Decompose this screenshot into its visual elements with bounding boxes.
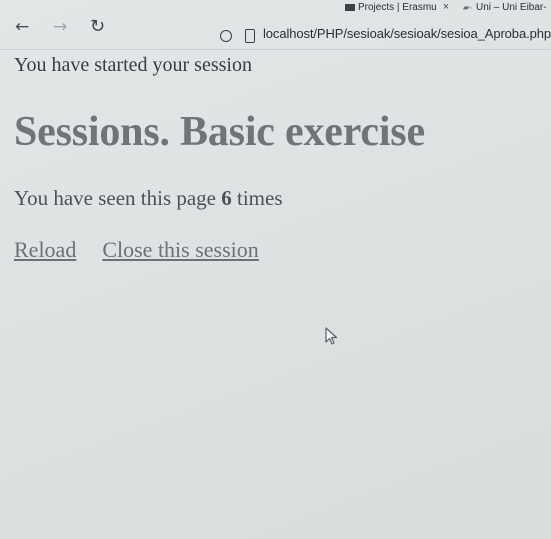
projects-favicon-icon	[345, 3, 355, 11]
tab-uni[interactable]: ▰◦ Uni – Uni Eibar-	[463, 0, 547, 14]
browser-toolbar: ← → ↻ localhost/PHP/sesioak/sesioak/sesi…	[0, 14, 551, 50]
tab-projects[interactable]: Projects | Erasmu ×	[345, 0, 449, 14]
visit-count-number: 6	[221, 186, 232, 210]
visit-count-prefix: You have seen this page	[14, 186, 222, 210]
session-links: Reload Close this session	[14, 237, 259, 263]
visit-count-suffix: times	[231, 186, 283, 210]
tab-strip: Projects | Erasmu × ▰◦ Uni – Uni Eibar-	[0, 0, 551, 14]
back-arrow-icon[interactable]: ←	[15, 17, 29, 37]
toolbar-divider	[0, 49, 551, 50]
tab-projects-label: Projects | Erasmu	[358, 1, 437, 13]
visit-count-text: You have seen this page 6 times	[14, 186, 283, 211]
address-bar-url[interactable]: localhost/PHP/sesioak/sesioak/sesioa_Apr…	[263, 26, 551, 41]
tab-close-icon[interactable]: ×	[443, 1, 449, 13]
close-session-link[interactable]: Close this session	[102, 237, 258, 262]
page-content: You have started your session Sessions. …	[0, 50, 551, 539]
mouse-pointer-icon	[325, 327, 338, 345]
shield-icon[interactable]	[220, 30, 232, 42]
session-started-text: You have started your session	[14, 54, 252, 76]
reload-icon[interactable]: ↻	[90, 17, 105, 37]
forward-arrow-icon[interactable]: →	[53, 17, 67, 37]
reload-link[interactable]: Reload	[14, 237, 76, 262]
eu-flag-icon: ▰◦	[463, 2, 472, 12]
tab-uni-label: Uni – Uni Eibar-	[476, 1, 547, 13]
page-info-icon[interactable]	[245, 29, 255, 43]
page-heading: Sessions. Basic exercise	[14, 109, 425, 155]
